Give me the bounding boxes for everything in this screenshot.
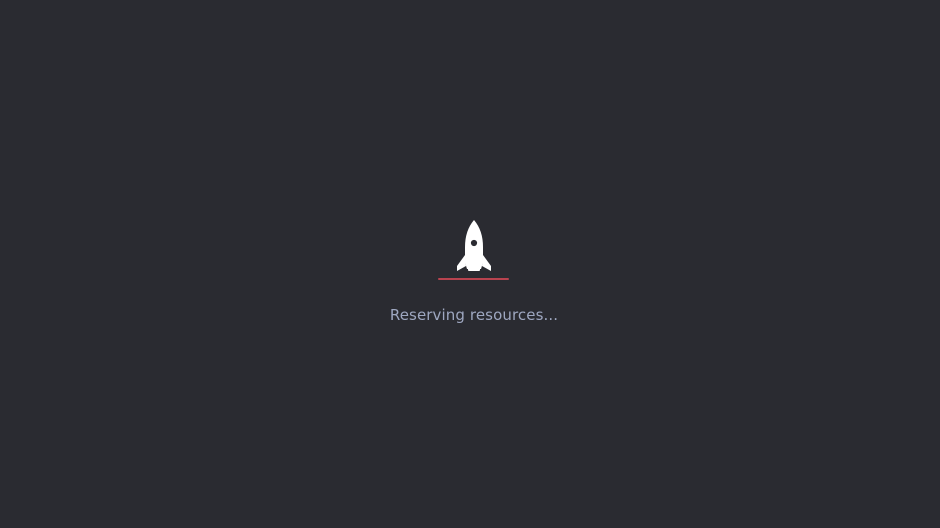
status-text: Reserving resources... — [389, 306, 559, 324]
loading-screen: Reserving resources... — [0, 0, 940, 528]
rocket-icon — [457, 220, 491, 271]
launch-line — [438, 278, 509, 280]
loader: Reserving resources... — [0, 0, 940, 528]
